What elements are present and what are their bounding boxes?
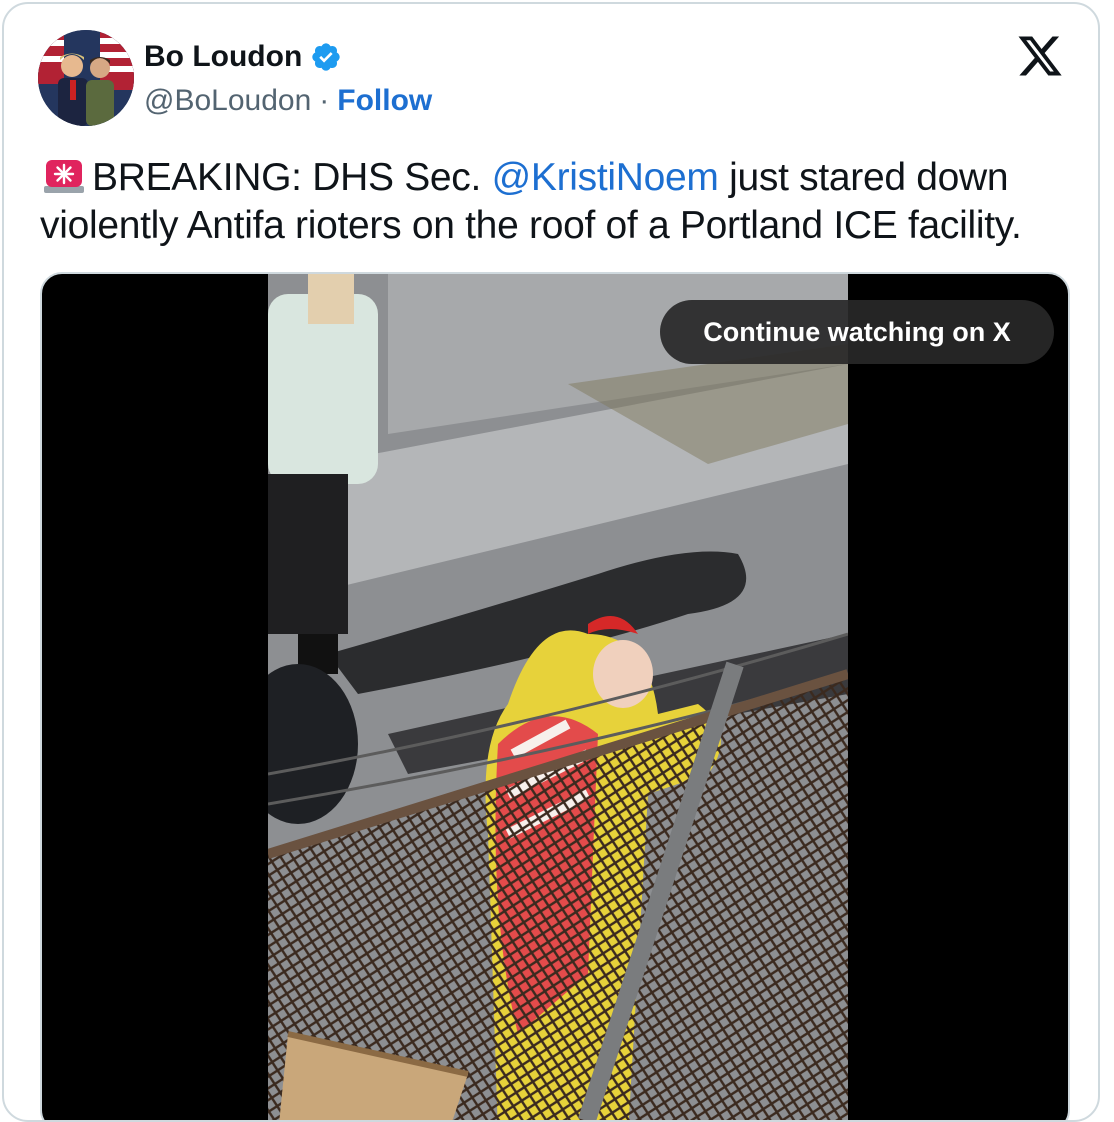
- continue-watching-button[interactable]: Continue watching on X: [660, 300, 1054, 364]
- tweet-text-before: BREAKING: DHS Sec.: [92, 156, 492, 199]
- siren-emoji-icon: [44, 160, 84, 193]
- verified-badge-icon: [312, 43, 340, 71]
- author-name[interactable]: Bo Loudon: [144, 40, 302, 74]
- x-logo-icon[interactable]: [1016, 32, 1064, 80]
- video-frame: [268, 274, 848, 1120]
- tweet-card[interactable]: Bo Loudon @BoLoudon · Follow BREAKING: D…: [2, 2, 1100, 1122]
- mention-link[interactable]: @KristiNoem: [492, 156, 719, 199]
- avatar-image: [38, 30, 134, 126]
- avatar[interactable]: [38, 30, 134, 126]
- author-handle[interactable]: @BoLoudon: [144, 84, 311, 118]
- separator-dot: ·: [319, 84, 330, 117]
- follow-button[interactable]: Follow: [337, 84, 432, 118]
- video-player[interactable]: Continue watching on X: [40, 272, 1070, 1120]
- tweet-text: BREAKING: DHS Sec. @KristiNoem just star…: [40, 154, 1070, 250]
